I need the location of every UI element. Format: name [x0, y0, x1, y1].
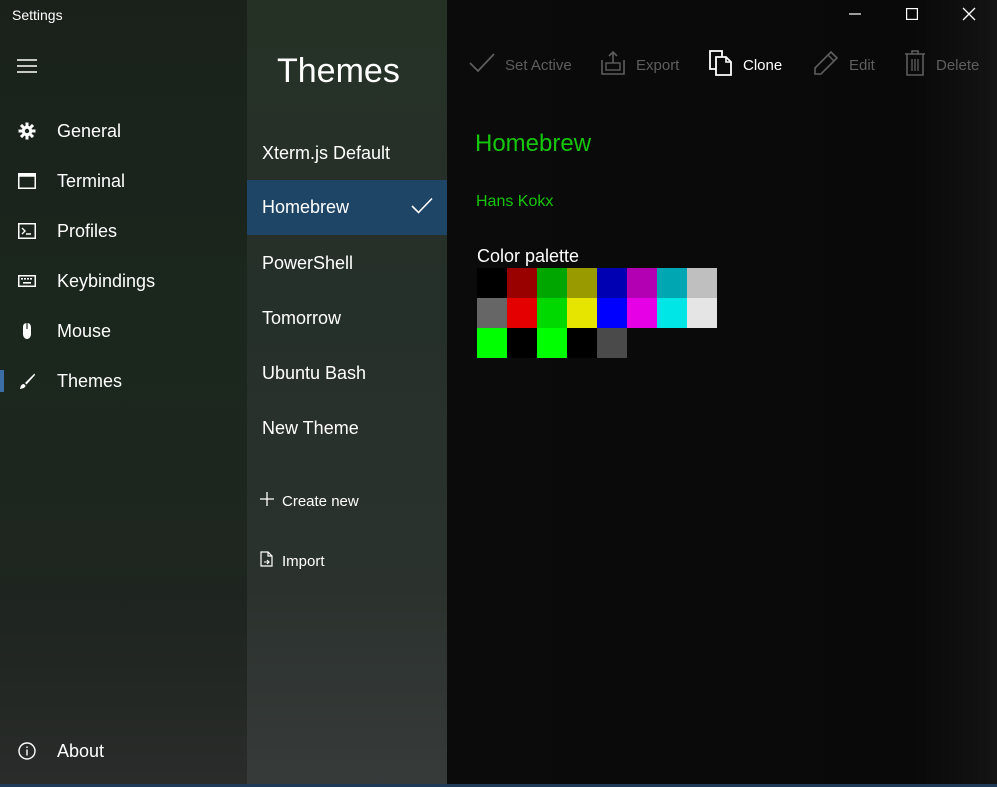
nav-item-mouse[interactable]: Mouse [0, 306, 247, 356]
close-icon [962, 7, 976, 26]
theme-item-label: PowerShell [262, 253, 354, 273]
color-swatch [567, 328, 597, 358]
export-label: Export [636, 56, 680, 74]
color-swatch [597, 268, 627, 298]
color-swatch [537, 298, 567, 328]
theme-name-heading: Homebrew [475, 130, 592, 157]
color-swatch [687, 268, 717, 298]
copy-icon [709, 49, 733, 81]
color-swatch [477, 328, 507, 358]
create-new-label: Create new [282, 492, 359, 510]
edit-button[interactable]: Edit [813, 50, 875, 80]
theme-detail-pane: Set Active Export Clone Edit Delete Home… [447, 0, 997, 787]
color-swatch [627, 298, 657, 328]
window-title: Settings [12, 7, 63, 23]
nav-label-mouse: Mouse [57, 320, 112, 341]
keyboard-icon [17, 271, 37, 291]
delete-button[interactable]: Delete [904, 49, 980, 81]
checkmark-icon [411, 197, 433, 220]
create-new-button[interactable]: Create new [260, 489, 359, 513]
theme-item-label: Tomorrow [262, 308, 342, 328]
nav-label-profiles: Profiles [57, 220, 118, 241]
theme-item-label: Ubuntu Bash [262, 363, 367, 383]
nav-label-terminal: Terminal [57, 170, 126, 191]
color-swatch [537, 268, 567, 298]
theme-item-tomorrow[interactable]: Tomorrow [247, 291, 447, 346]
theme-item-xtermjs-default[interactable]: Xterm.js Default [247, 126, 447, 181]
color-swatch [657, 268, 687, 298]
color-swatch [507, 268, 537, 298]
color-swatch [597, 328, 627, 358]
themes-list-pane: Themes Xterm.js Default Homebrew PowerSh… [247, 0, 447, 787]
maximize-button[interactable] [883, 0, 940, 32]
window-icon [17, 171, 37, 191]
export-icon [600, 50, 626, 81]
maximize-icon [905, 7, 918, 25]
console-icon [17, 221, 37, 241]
color-swatch [537, 328, 567, 358]
set-active-button[interactable]: Set Active [469, 50, 572, 80]
title-bar: Settings [0, 0, 997, 32]
theme-item-powershell[interactable]: PowerShell [247, 236, 447, 291]
close-button[interactable] [940, 0, 997, 32]
color-swatch [477, 268, 507, 298]
nav-item-themes[interactable]: Themes [0, 356, 247, 406]
nav-label-about: About [57, 740, 105, 761]
color-swatch [567, 268, 597, 298]
color-swatch [627, 268, 657, 298]
color-swatch [687, 298, 717, 328]
color-swatch [477, 298, 507, 328]
color-swatch [657, 298, 687, 328]
hamburger-icon[interactable] [17, 58, 37, 74]
color-swatch [567, 298, 597, 328]
nav-item-about[interactable]: About [0, 726, 247, 776]
theme-item-label: Homebrew [262, 197, 350, 217]
navigation-pane: General Terminal Profiles Keybindings Mo… [0, 0, 247, 787]
nav-item-terminal[interactable]: Terminal [0, 156, 247, 206]
clone-label: Clone [743, 56, 783, 74]
theme-item-label: New Theme [262, 418, 359, 438]
export-button[interactable]: Export [600, 50, 679, 80]
import-file-icon [260, 550, 274, 572]
import-button[interactable]: Import [260, 549, 325, 573]
themes-list-title: Themes [277, 52, 400, 90]
theme-item-new-theme[interactable]: New Theme [247, 401, 447, 456]
nav-label-general: General [57, 120, 122, 141]
theme-item-label: Xterm.js Default [262, 143, 391, 163]
minimize-button[interactable] [826, 0, 883, 32]
color-palette-label: Color palette [477, 246, 580, 266]
nav-item-keybindings[interactable]: Keybindings [0, 256, 247, 306]
color-swatch [507, 298, 537, 328]
info-icon [17, 741, 37, 761]
trash-icon [904, 49, 926, 81]
gear-icon [17, 121, 37, 141]
set-active-label: Set Active [505, 56, 572, 74]
minimize-icon [848, 7, 861, 25]
nav-label-keybindings: Keybindings [57, 270, 156, 291]
color-swatch [507, 328, 537, 358]
clone-button[interactable]: Clone [709, 49, 783, 81]
mouse-icon [17, 321, 37, 341]
pencil-icon [813, 50, 839, 81]
nav-label-themes: Themes [57, 370, 123, 391]
nav-item-profiles[interactable]: Profiles [0, 206, 247, 256]
nav-item-general[interactable]: General [0, 106, 247, 156]
color-swatch [597, 298, 627, 328]
theme-item-homebrew[interactable]: Homebrew [247, 180, 447, 235]
edit-label: Edit [849, 56, 875, 74]
theme-author: Hans Kokx [476, 193, 554, 210]
plus-icon [260, 491, 274, 511]
brush-icon [17, 371, 37, 391]
checkmark-icon [469, 52, 495, 79]
import-label: Import [282, 552, 325, 570]
delete-label: Delete [936, 56, 980, 74]
theme-item-ubuntu-bash[interactable]: Ubuntu Bash [247, 346, 447, 401]
